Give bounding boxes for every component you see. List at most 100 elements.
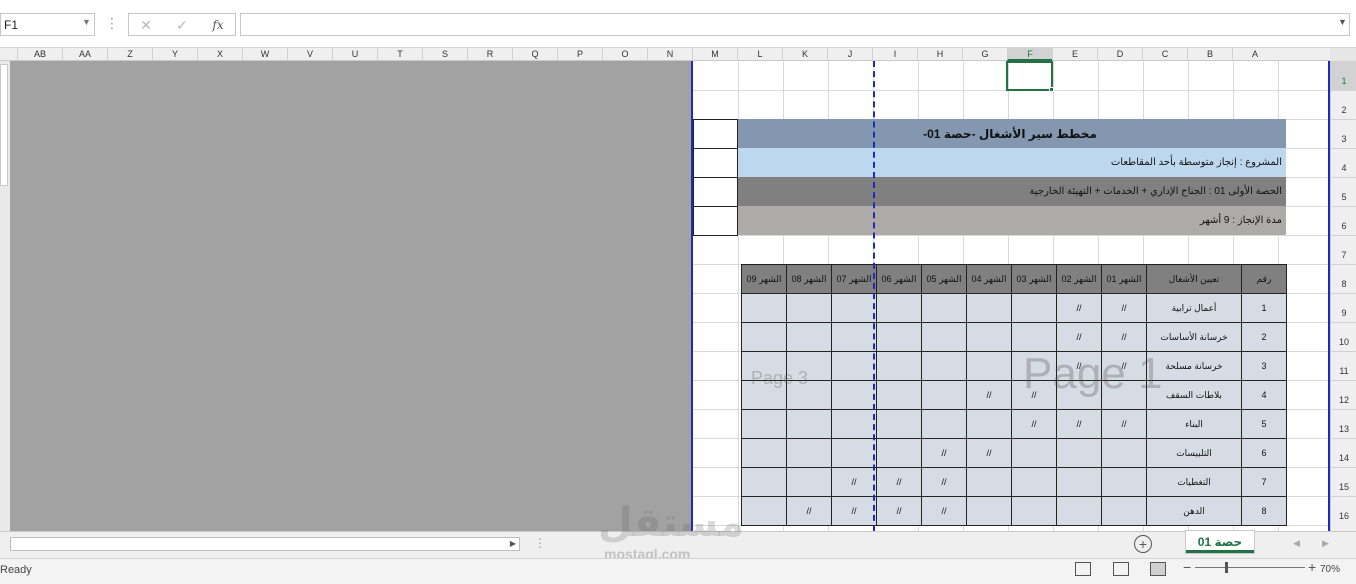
table-row-month-cell[interactable] bbox=[741, 322, 787, 352]
column-header-e[interactable]: E bbox=[1052, 48, 1097, 61]
table-row-task[interactable]: خرسانة الأساسات bbox=[1146, 322, 1242, 352]
column-header-aa[interactable]: AA bbox=[62, 48, 107, 61]
column-header-u[interactable]: U bbox=[332, 48, 377, 61]
table-row-month-cell[interactable]: // bbox=[786, 496, 832, 526]
page-layout-icon[interactable] bbox=[1113, 562, 1129, 576]
column-header-v[interactable]: V bbox=[287, 48, 332, 61]
table-row-month-cell[interactable]: // bbox=[1101, 409, 1147, 439]
zoom-slider-thumb[interactable] bbox=[1225, 562, 1228, 573]
table-row-month-cell[interactable]: // bbox=[876, 467, 922, 497]
table-row-month-cell[interactable]: // bbox=[1101, 293, 1147, 323]
zoom-level[interactable]: 70% bbox=[1320, 564, 1340, 575]
table-row-month-cell[interactable] bbox=[1011, 293, 1057, 323]
empty-cell[interactable] bbox=[693, 206, 738, 236]
normal-view-icon[interactable] bbox=[1075, 562, 1091, 576]
column-header-y[interactable]: Y bbox=[152, 48, 197, 61]
scroll-right-icon[interactable]: ▶ bbox=[506, 537, 520, 551]
table-row-month-cell[interactable] bbox=[1011, 467, 1057, 497]
table-row-month-cell[interactable] bbox=[966, 496, 1012, 526]
row-header-4[interactable]: 4 bbox=[1331, 148, 1356, 177]
horizontal-scrollbar[interactable] bbox=[10, 537, 520, 551]
table-row-month-cell[interactable]: // bbox=[1011, 409, 1057, 439]
table-row-month-cell[interactable] bbox=[831, 438, 877, 468]
next-sheet-icon[interactable]: ▶ bbox=[1322, 538, 1329, 549]
table-row-number[interactable]: 8 bbox=[1241, 496, 1287, 526]
column-header-l[interactable]: L bbox=[737, 48, 782, 61]
column-header-p[interactable]: P bbox=[557, 48, 602, 61]
column-header-k[interactable]: K bbox=[782, 48, 827, 61]
row-header-3[interactable]: 3 bbox=[1331, 119, 1356, 148]
cancel-icon[interactable]: ✕ bbox=[135, 16, 157, 34]
table-row-month-cell[interactable] bbox=[966, 409, 1012, 439]
table-row-month-cell[interactable] bbox=[831, 351, 877, 381]
column-header-b[interactable]: B bbox=[1187, 48, 1232, 61]
row-header-11[interactable]: 11 bbox=[1331, 351, 1356, 380]
column-header-j[interactable]: J bbox=[827, 48, 872, 61]
column-header-f[interactable]: F bbox=[1007, 48, 1052, 61]
table-row-month-cell[interactable] bbox=[921, 351, 967, 381]
table-row-number[interactable]: 2 bbox=[1241, 322, 1287, 352]
table-row-month-cell[interactable] bbox=[831, 409, 877, 439]
column-header-h[interactable]: H bbox=[917, 48, 962, 61]
table-row-month-cell[interactable]: // bbox=[1101, 322, 1147, 352]
drag-handle-icon[interactable]: ⋮ bbox=[105, 15, 119, 32]
insert-function-icon[interactable]: fx bbox=[207, 16, 229, 34]
table-row-number[interactable]: 5 bbox=[1241, 409, 1287, 439]
row-header-9[interactable]: 9 bbox=[1331, 293, 1356, 322]
table-row-month-cell[interactable] bbox=[876, 438, 922, 468]
table-row-month-cell[interactable] bbox=[741, 293, 787, 323]
table-row-task[interactable]: التلبيسات bbox=[1146, 438, 1242, 468]
table-row-month-cell[interactable] bbox=[1056, 496, 1102, 526]
table-row-month-cell[interactable] bbox=[1011, 438, 1057, 468]
column-header-ab[interactable]: AB bbox=[17, 48, 62, 61]
table-row-month-cell[interactable]: // bbox=[966, 380, 1012, 410]
tab-sheet[interactable]: حصة 01 bbox=[1186, 531, 1254, 553]
table-row-month-cell[interactable]: // bbox=[921, 496, 967, 526]
table-row-month-cell[interactable] bbox=[921, 322, 967, 352]
table-row-number[interactable]: 4 bbox=[1241, 380, 1287, 410]
expand-formula-bar-icon[interactable]: ▼ bbox=[1338, 17, 1347, 27]
table-row-month-cell[interactable] bbox=[966, 293, 1012, 323]
table-row-month-cell[interactable] bbox=[786, 322, 832, 352]
row-header-15[interactable]: 15 bbox=[1331, 467, 1356, 496]
table-row-month-cell[interactable] bbox=[786, 438, 832, 468]
formula-input[interactable] bbox=[240, 13, 1350, 36]
column-header-t[interactable]: T bbox=[377, 48, 422, 61]
table-row-month-cell[interactable] bbox=[741, 467, 787, 497]
vertical-scroll-thumb[interactable] bbox=[0, 64, 8, 186]
table-row-month-cell[interactable] bbox=[786, 293, 832, 323]
row-header-14[interactable]: 14 bbox=[1331, 438, 1356, 467]
empty-cell[interactable] bbox=[693, 119, 738, 149]
table-row-month-cell[interactable] bbox=[876, 322, 922, 352]
row-header-5[interactable]: 5 bbox=[1331, 177, 1356, 206]
table-row-month-cell[interactable]: // bbox=[921, 467, 967, 497]
table-row-month-cell[interactable] bbox=[1056, 438, 1102, 468]
table-row-task[interactable]: البناء bbox=[1146, 409, 1242, 439]
table-row-task[interactable]: الدهن bbox=[1146, 496, 1242, 526]
table-row-month-cell[interactable] bbox=[786, 409, 832, 439]
table-row-month-cell[interactable] bbox=[1011, 496, 1057, 526]
column-header-o[interactable]: O bbox=[602, 48, 647, 61]
table-row-task[interactable]: أعمال ترابية bbox=[1146, 293, 1242, 323]
column-header-a[interactable]: A bbox=[1232, 48, 1277, 61]
table-row-month-cell[interactable] bbox=[1011, 322, 1057, 352]
column-header-n[interactable]: N bbox=[647, 48, 692, 61]
table-row-month-cell[interactable] bbox=[876, 380, 922, 410]
table-row-month-cell[interactable] bbox=[921, 409, 967, 439]
column-header-m[interactable]: M bbox=[692, 48, 737, 61]
table-row-number[interactable]: 3 bbox=[1241, 351, 1287, 381]
page-break-preview-icon[interactable] bbox=[1150, 562, 1166, 576]
zoom-slider[interactable] bbox=[1195, 567, 1305, 568]
table-row-month-cell[interactable] bbox=[1101, 467, 1147, 497]
table-row-month-cell[interactable]: // bbox=[831, 496, 877, 526]
table-row-month-cell[interactable] bbox=[966, 322, 1012, 352]
column-header-x[interactable]: X bbox=[197, 48, 242, 61]
table-row-month-cell[interactable]: // bbox=[1056, 409, 1102, 439]
table-row-month-cell[interactable] bbox=[741, 409, 787, 439]
table-row-month-cell[interactable]: // bbox=[1056, 293, 1102, 323]
table-row-month-cell[interactable] bbox=[1101, 438, 1147, 468]
empty-cell[interactable] bbox=[693, 177, 738, 207]
table-row-month-cell[interactable]: // bbox=[966, 438, 1012, 468]
row-header-13[interactable]: 13 bbox=[1331, 409, 1356, 438]
zoom-out-icon[interactable]: − bbox=[1183, 559, 1191, 575]
